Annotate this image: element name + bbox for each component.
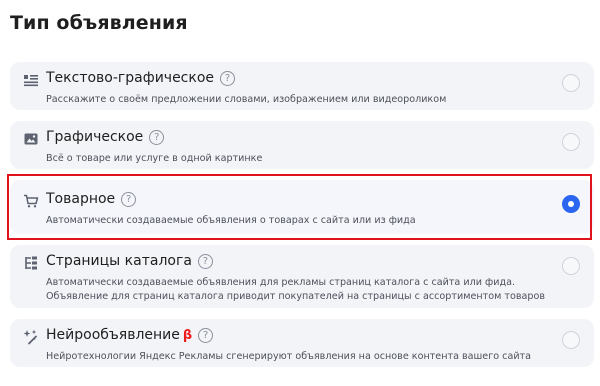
option-title: Страницы каталога: [46, 253, 192, 269]
option-title: Товарное: [46, 191, 116, 207]
option-text-image[interactable]: Текстово-графическое ? Расскажите о своё…: [10, 62, 594, 110]
beta-badge: β: [182, 327, 193, 343]
help-icon[interactable]: ?: [121, 191, 137, 207]
text-image-icon: [23, 72, 39, 88]
option-neuro-ad[interactable]: Нейрообъявление β ? Нейротехнологии Янде…: [10, 319, 594, 367]
option-description: Автоматически создаваемые объявления для…: [46, 277, 545, 302]
option-product[interactable]: Товарное ? Автоматически создаваемые объ…: [10, 180, 594, 234]
option-title: Нейрообъявление: [46, 327, 180, 343]
option-title: Текстово-графическое: [46, 70, 215, 86]
help-icon[interactable]: ?: [197, 253, 213, 269]
sparkle-icon: [23, 329, 39, 345]
radio-product[interactable]: [562, 195, 580, 213]
catalog-icon: [23, 255, 39, 271]
radio-neuro-ad[interactable]: [562, 331, 580, 349]
option-description: Автоматически создаваемые объявления о т…: [46, 215, 416, 226]
help-icon[interactable]: ?: [198, 327, 214, 343]
radio-catalog-pages[interactable]: [562, 257, 580, 275]
option-title: Графическое: [46, 129, 144, 145]
image-icon: [23, 131, 39, 147]
option-catalog-pages[interactable]: Страницы каталога ? Автоматически создав…: [10, 245, 594, 308]
cart-icon: [23, 193, 39, 209]
radio-text-image[interactable]: [562, 74, 580, 92]
help-icon[interactable]: ?: [220, 70, 236, 86]
option-description: Нейротехнологии Яндекс Рекламы сгенериру…: [46, 351, 532, 362]
option-description: Расскажите о своём предложении словами, …: [46, 94, 447, 105]
option-graphic[interactable]: Графическое ? Всё о товаре или услуге в …: [10, 121, 594, 169]
option-description: Всё о товаре или услуге в одной картинке: [46, 153, 263, 164]
help-icon[interactable]: ?: [149, 129, 165, 145]
radio-graphic[interactable]: [562, 133, 580, 151]
page-title: Тип объявления: [10, 12, 188, 34]
